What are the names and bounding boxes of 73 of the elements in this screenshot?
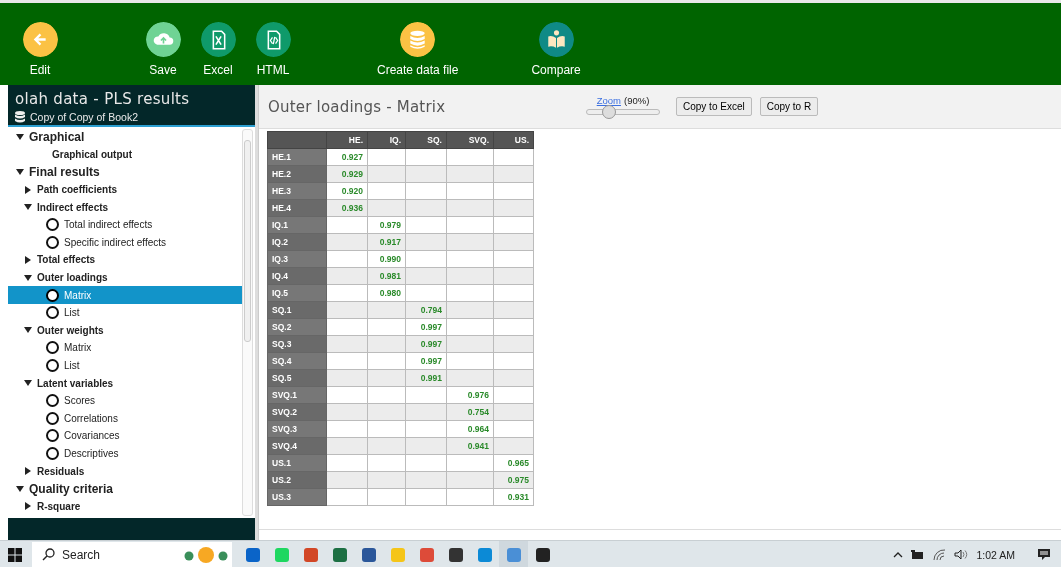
expanded-triangle-icon[interactable]: [16, 168, 24, 176]
radio-icon: [46, 394, 59, 408]
wifi-icon[interactable]: [933, 549, 947, 560]
expanded-triangle-icon[interactable]: [24, 203, 32, 212]
tree-item[interactable]: Graphical: [8, 128, 243, 146]
tree-item[interactable]: Covariances: [8, 427, 243, 445]
radio-icon: [46, 411, 59, 425]
column-header: IQ.: [367, 131, 406, 149]
radio-icon: [46, 429, 59, 443]
expanded-triangle-icon[interactable]: [24, 326, 32, 335]
tree-item[interactable]: Descriptives: [8, 444, 243, 463]
collapsed-triangle-icon[interactable]: [24, 255, 32, 264]
tree-item[interactable]: Indirect effects: [8, 198, 243, 216]
clock[interactable]: 1:02 AM: [976, 548, 1015, 561]
zoom-value: (90%): [623, 94, 650, 106]
column-header: HE.: [326, 131, 368, 149]
column-header: US.: [493, 131, 534, 149]
notification-icon[interactable]: [1037, 548, 1051, 561]
database-icon: [15, 111, 25, 123]
radio-icon: [46, 447, 59, 460]
page-title: Outer loadings - Matrix: [268, 97, 447, 116]
radio-icon: [46, 235, 59, 249]
tree-item[interactable]: Correlations: [8, 409, 243, 428]
tree-item[interactable]: Scores: [8, 391, 243, 410]
scrollbar[interactable]: [242, 129, 253, 516]
tree-item[interactable]: Residuals: [8, 462, 243, 480]
radio-icon: [46, 341, 59, 355]
windows-start-icon[interactable]: [8, 547, 22, 562]
column-header: SQ.: [405, 131, 447, 149]
tree-item[interactable]: Latent variables: [8, 374, 243, 392]
copy-button[interactable]: Copy to R: [759, 97, 819, 116]
tree-item[interactable]: Outer weights: [8, 321, 243, 340]
radio-icon: [46, 359, 59, 372]
tree-item[interactable]: R-square: [8, 497, 243, 516]
tree-item[interactable]: Path coefficients: [8, 180, 243, 199]
expanded-triangle-icon[interactable]: [16, 484, 24, 493]
tree-item[interactable]: Specific indirect effects: [8, 233, 243, 252]
tree-item[interactable]: Matrix: [8, 339, 243, 357]
tree-item[interactable]: Graphical output: [8, 145, 243, 164]
battery-icon[interactable]: [911, 549, 926, 560]
dataset-name: Copy of Copy of Book2: [30, 111, 138, 123]
tree-item[interactable]: Total indirect effects: [8, 215, 243, 234]
tree-item[interactable]: Quality criteria: [8, 479, 243, 498]
chevron-up-icon[interactable]: [893, 551, 904, 558]
radio-icon: [46, 288, 59, 302]
tree-item[interactable]: Final results: [8, 163, 243, 181]
collapsed-triangle-icon[interactable]: [24, 467, 32, 476]
toolbar-button[interactable]: Excel: [200, 22, 236, 77]
toolbar-button[interactable]: Compare: [531, 22, 581, 77]
tree-item[interactable]: List: [8, 356, 243, 375]
toolbar-button[interactable]: Create data file: [377, 22, 459, 77]
search-icon: [42, 548, 55, 561]
tree-item[interactable]: List: [8, 303, 243, 322]
tree-item[interactable]: Outer loadings: [8, 268, 243, 287]
radio-icon: [46, 306, 59, 320]
slider-thumb[interactable]: [601, 104, 616, 119]
expanded-triangle-icon[interactable]: [24, 379, 32, 388]
speaker-icon[interactable]: [954, 549, 969, 560]
collapsed-triangle-icon[interactable]: [24, 502, 32, 511]
copy-button[interactable]: Copy to Excel: [676, 97, 752, 116]
project-title: olah data - PLS results: [15, 90, 191, 108]
toolbar-button[interactable]: Edit: [22, 22, 58, 77]
toolbar-button[interactable]: Save: [145, 22, 181, 77]
collapsed-triangle-icon[interactable]: [24, 185, 32, 194]
search-field[interactable]: Search: [32, 542, 232, 567]
toolbar-button[interactable]: HTML: [255, 22, 291, 77]
expanded-triangle-icon[interactable]: [24, 273, 32, 282]
zoom-link[interactable]: Zoom: [596, 94, 621, 106]
column-header: SVQ.: [446, 131, 494, 149]
radio-icon: [46, 218, 59, 232]
weather-icon: [184, 546, 228, 564]
tree-item[interactable]: Total effects: [8, 251, 243, 269]
expanded-triangle-icon[interactable]: [16, 132, 24, 141]
